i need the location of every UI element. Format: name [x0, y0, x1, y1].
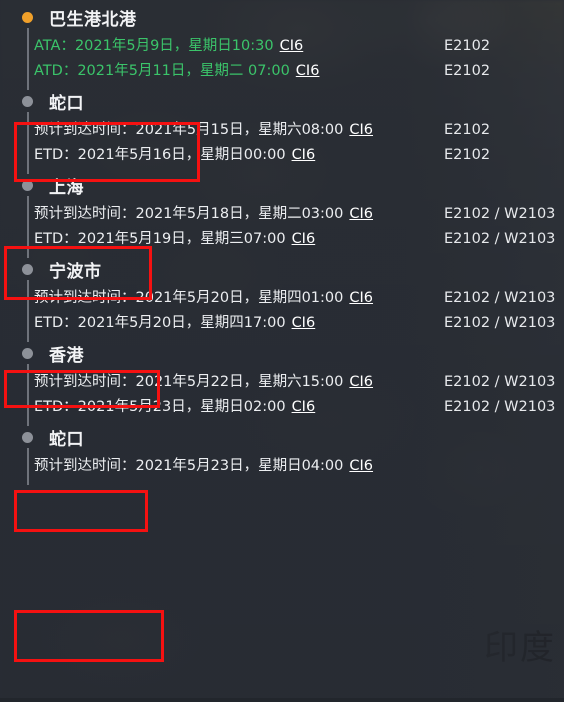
schedule-label: 预计到达时间：2021年5月20日，星期四01:00 [34, 290, 344, 306]
actual-time-row: ATD：2021年5月11日，星期二 07:00 CI6 E2102 [0, 59, 564, 84]
estimated-time-row: 预计到达时间：2021年5月15日，星期六08:00 CI6 E2102 [0, 118, 564, 143]
timeline-connector-line [27, 364, 29, 426]
service-code-link[interactable]: CI6 [292, 231, 316, 247]
timeline-stop: 香港预计到达时间：2021年5月22日，星期六15:00 CI6 E2102 / W… [0, 336, 564, 426]
timeline-connector-line [27, 28, 29, 90]
estimated-time-row: 预计到达时间：2021年5月22日，星期六15:00 CI6 E2102 / W21… [0, 370, 564, 395]
schedule-text: 预计到达时间：2021年5月15日，星期六08:00 CI6 [34, 118, 438, 143]
stop-name: 上海 [49, 177, 84, 198]
schedule-text: 预计到达时间：2021年5月20日，星期四01:00 CI6 [34, 286, 438, 311]
stop-header[interactable]: 蛇口 [0, 420, 564, 454]
voyage-number: E2102 / W2103 [444, 399, 556, 415]
timeline-stop: 宁波市预计到达时间：2021年5月20日，星期四01:00 CI6 E2102 / … [0, 252, 564, 342]
service-code-link[interactable]: CI6 [292, 399, 316, 415]
estimated-time-row: ETD：2021年5月16日，星期日00:00 CI6 E2102 [0, 143, 564, 168]
service-code-link[interactable]: CI6 [296, 63, 320, 79]
service-code-link[interactable]: CI6 [292, 147, 316, 163]
timeline-connector-line [27, 448, 29, 485]
schedule-label: ATD：2021年5月11日，星期二 07:00 [34, 63, 290, 79]
schedule-text: 预计到达时间：2021年5月23日，星期日04:00 CI6 [34, 454, 438, 479]
bottom-edge-bar [0, 698, 564, 702]
schedule-label: 预计到达时间：2021年5月23日，星期日04:00 [34, 458, 344, 474]
service-code-link[interactable]: CI6 [292, 315, 316, 331]
stop-dot-icon [22, 347, 33, 359]
schedule-text: ATA：2021年5月9日，星期日10:30 CI6 [34, 34, 438, 59]
stop-name: 蛇口 [49, 93, 84, 114]
voyage-number: E2102 / W2103 [444, 374, 556, 390]
estimated-time-row: 预计到达时间：2021年5月18日，星期二03:00 CI6 E2102 / W21… [0, 202, 564, 227]
schedule-text: ETD：2021年5月16日，星期日00:00 CI6 [34, 143, 438, 168]
schedule-label: 预计到达时间：2021年5月15日，星期六08:00 [34, 122, 344, 138]
service-code-link[interactable]: CI6 [280, 38, 304, 54]
service-code-link[interactable]: CI6 [349, 122, 373, 138]
timeline-stop: 蛇口 预计到达时间：2021年5月15日，星期六08:00 CI6 E2102 ETD：… [0, 84, 564, 174]
stop-header[interactable]: 蛇口 [0, 84, 564, 118]
schedule-text: ATD：2021年5月11日，星期二 07:00 CI6 [34, 59, 438, 84]
schedule-text: ETD：2021年5月19日，星期三07:00 CI6 [34, 227, 438, 252]
timeline-stop: 上海预计到达时间：2021年5月18日，星期二03:00 CI6 E2102 / W… [0, 168, 564, 258]
voyage-timeline: 巴生港北港 ATA：2021年5月9日，星期日10:30 CI6 E2102 ATD：2… [0, 0, 564, 702]
timeline-connector-line [27, 280, 29, 342]
schedule-text: 预计到达时间：2021年5月18日，星期二03:00 CI6 [34, 202, 438, 227]
current-location-dot-icon [22, 11, 33, 23]
stop-dot-icon [22, 95, 33, 107]
voyage-number: E2102 / W2103 [444, 206, 556, 222]
timeline-connector-line [27, 112, 29, 174]
stop-header[interactable]: 巴生港北港 [0, 0, 564, 34]
schedule-label: ETD：2021年5月20日，星期四17:00 [34, 315, 286, 331]
schedule-text: ETD：2021年5月20日，星期四17:00 CI6 [34, 311, 438, 336]
schedule-label: 预计到达时间：2021年5月18日，星期二03:00 [34, 206, 344, 222]
schedule-label: 预计到达时间：2021年5月22日，星期六15:00 [34, 374, 344, 390]
schedule-text: 预计到达时间：2021年5月22日，星期六15:00 CI6 [34, 370, 438, 395]
stop-dot-icon [22, 431, 33, 443]
stop-dot-icon [22, 179, 33, 191]
voyage-number: E2102 / W2103 [444, 231, 556, 247]
schedule-text: ETD：2021年5月23日，星期日02:00 CI6 [34, 395, 438, 420]
schedule-label: ETD：2021年5月19日，星期三07:00 [34, 231, 286, 247]
voyage-number: E2102 [444, 147, 491, 163]
voyage-number: E2102 [444, 122, 491, 138]
stop-header[interactable]: 香港 [0, 336, 564, 370]
voyage-number: E2102 [444, 63, 491, 79]
timeline-connector-line [27, 196, 29, 258]
service-code-link[interactable]: CI6 [349, 290, 373, 306]
service-code-link[interactable]: CI6 [349, 374, 373, 390]
estimated-time-row: ETD：2021年5月20日，星期四17:00 CI6 E2102 / W2103 [0, 311, 564, 336]
estimated-time-row: 预计到达时间：2021年5月23日，星期日04:00 CI6 [0, 454, 564, 479]
timeline-stop: 巴生港北港 ATA：2021年5月9日，星期日10:30 CI6 E2102 ATD：2… [0, 0, 564, 90]
actual-time-row: ATA：2021年5月9日，星期日10:30 CI6 E2102 [0, 34, 564, 59]
stop-name: 香港 [49, 345, 84, 366]
stop-name: 宁波市 [49, 261, 102, 282]
stop-name: 蛇口 [49, 429, 84, 450]
schedule-label: ATA：2021年5月9日，星期日10:30 [34, 38, 274, 54]
service-code-link[interactable]: CI6 [349, 206, 373, 222]
voyage-number: E2102 / W2103 [444, 315, 556, 331]
stop-header[interactable]: 宁波市 [0, 252, 564, 286]
schedule-label: ETD：2021年5月23日，星期日02:00 [34, 399, 286, 415]
voyage-number: E2102 / W2103 [444, 290, 556, 306]
schedule-label: ETD：2021年5月16日，星期日00:00 [34, 147, 286, 163]
stop-name: 巴生港北港 [49, 9, 137, 30]
estimated-time-row: 预计到达时间：2021年5月20日，星期四01:00 CI6 E2102 / W21… [0, 286, 564, 311]
stop-header[interactable]: 上海 [0, 168, 564, 202]
voyage-number: E2102 [444, 38, 491, 54]
service-code-link[interactable]: CI6 [349, 458, 373, 474]
estimated-time-row: ETD：2021年5月23日，星期日02:00 CI6 E2102 / W2103 [0, 395, 564, 420]
timeline-stop: 蛇口预计到达时间：2021年5月23日，星期日04:00 CI6 [0, 420, 564, 485]
stop-dot-icon [22, 263, 33, 275]
estimated-time-row: ETD：2021年5月19日，星期三07:00 CI6 E2102 / W2103 [0, 227, 564, 252]
